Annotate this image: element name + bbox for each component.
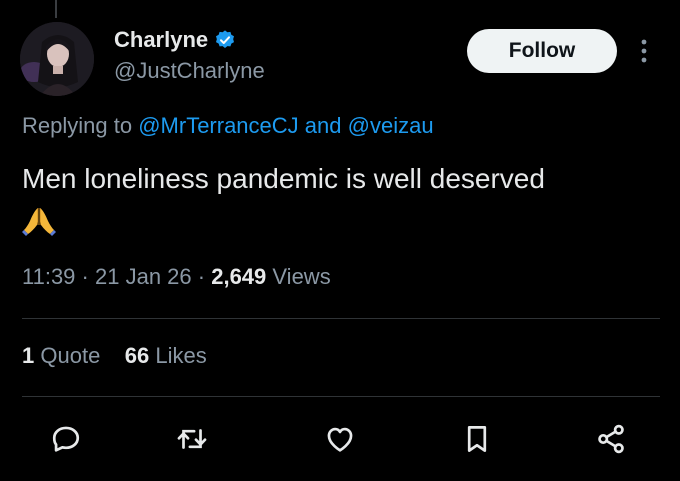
follow-button[interactable]: Follow [467,29,617,73]
tweet-meta: 11:39 · 21 Jan 26 · 2,649 Views [22,264,331,290]
like-icon[interactable] [323,422,357,456]
replying-to-joiner[interactable]: and [305,113,342,138]
replying-to-label: Replying to [22,113,133,138]
engagement-stats: 1 Quote 66 Likes [22,343,207,369]
bookmark-icon[interactable] [460,422,494,456]
author-handle[interactable]: @JustCharlyne [114,58,265,84]
quotes-count: 1 [22,343,35,368]
reply-icon[interactable] [49,422,83,456]
meta-separator: · [81,264,89,289]
folded-hands-emoji-icon [22,206,56,236]
author-name-row: Charlyne [114,27,236,53]
tweet-time[interactable]: 11:39 [22,264,75,289]
tweet-date[interactable]: 21 Jan 26 [95,264,192,289]
divider [22,396,660,397]
share-icon[interactable] [594,422,628,456]
retweet-icon[interactable] [175,422,209,456]
quotes-stat[interactable]: 1 Quote [22,343,100,368]
meta-separator: · [197,264,206,289]
thread-line [55,0,57,18]
views-label: Views [272,264,331,289]
more-vertical-icon[interactable] [634,36,654,66]
mention-veizau[interactable]: @veizau [348,113,434,138]
quotes-label: Quote [40,343,101,368]
verified-badge-icon [214,29,236,51]
likes-count: 66 [124,343,150,368]
views-count: 2,649 [211,264,267,289]
replying-to: Replying to @MrTerranceCJ and @veizau [22,113,434,139]
likes-label: Likes [155,343,207,368]
tweet-text: Men loneliness pandemic is well deserved [22,163,545,194]
likes-stat[interactable]: 66 Likes [125,343,207,368]
avatar[interactable] [20,22,94,96]
display-name[interactable]: Charlyne [114,27,208,53]
divider [22,318,660,319]
mention-mrterrancecj[interactable]: @MrTerranceCJ [138,113,298,138]
